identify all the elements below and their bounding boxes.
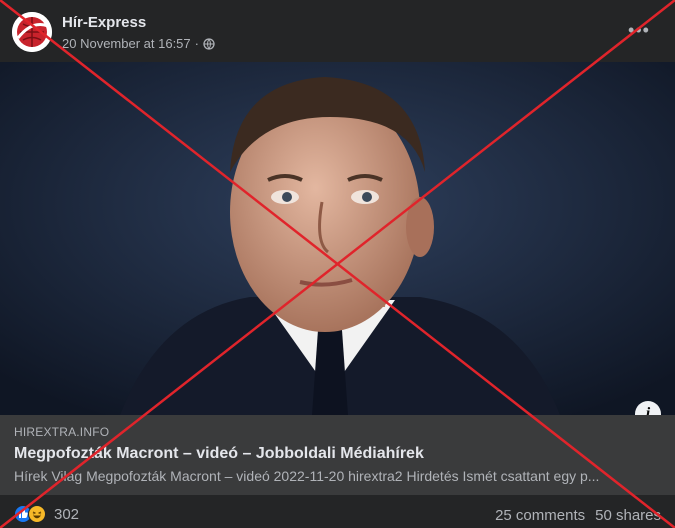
shares-count[interactable]: 50 shares	[595, 507, 661, 524]
hir-express-logo	[12, 12, 52, 52]
link-preview-image[interactable]: i	[0, 62, 675, 415]
page-avatar[interactable]	[12, 12, 52, 52]
haha-icon	[28, 505, 46, 523]
globe-icon[interactable]	[203, 37, 215, 50]
post-meta: 20 November at 16:57 ·	[62, 36, 215, 51]
engagement-stats: 25 comments 50 shares	[495, 507, 661, 524]
facebook-post: Hír-Express 20 November at 16:57 · ••• i…	[0, 0, 675, 528]
link-title[interactable]: Megpofozták Macront – videó – Jobboldali…	[14, 445, 661, 463]
more-horizontal-icon: •••	[628, 19, 650, 40]
more-options-button[interactable]: •••	[627, 18, 651, 42]
post-footer: 302 25 comments 50 shares	[0, 495, 675, 528]
link-domain: HIREXTRA.INFO	[14, 425, 110, 439]
reaction-count: 302	[54, 505, 80, 523]
portrait-photo	[0, 62, 675, 415]
page-name-link[interactable]: Hír-Express	[62, 14, 146, 31]
link-description: Hírek Világ Megpofozták Macront – videó …	[14, 468, 600, 484]
post-header: Hír-Express 20 November at 16:57 · •••	[0, 0, 675, 62]
comments-count[interactable]: 25 comments	[495, 507, 585, 524]
reactions-summary[interactable]: 302	[14, 505, 79, 523]
post-timestamp[interactable]: 20 November at 16:57	[62, 36, 191, 51]
link-preview-text[interactable]: HIREXTRA.INFO Megpofozták Macront – vide…	[0, 415, 675, 495]
